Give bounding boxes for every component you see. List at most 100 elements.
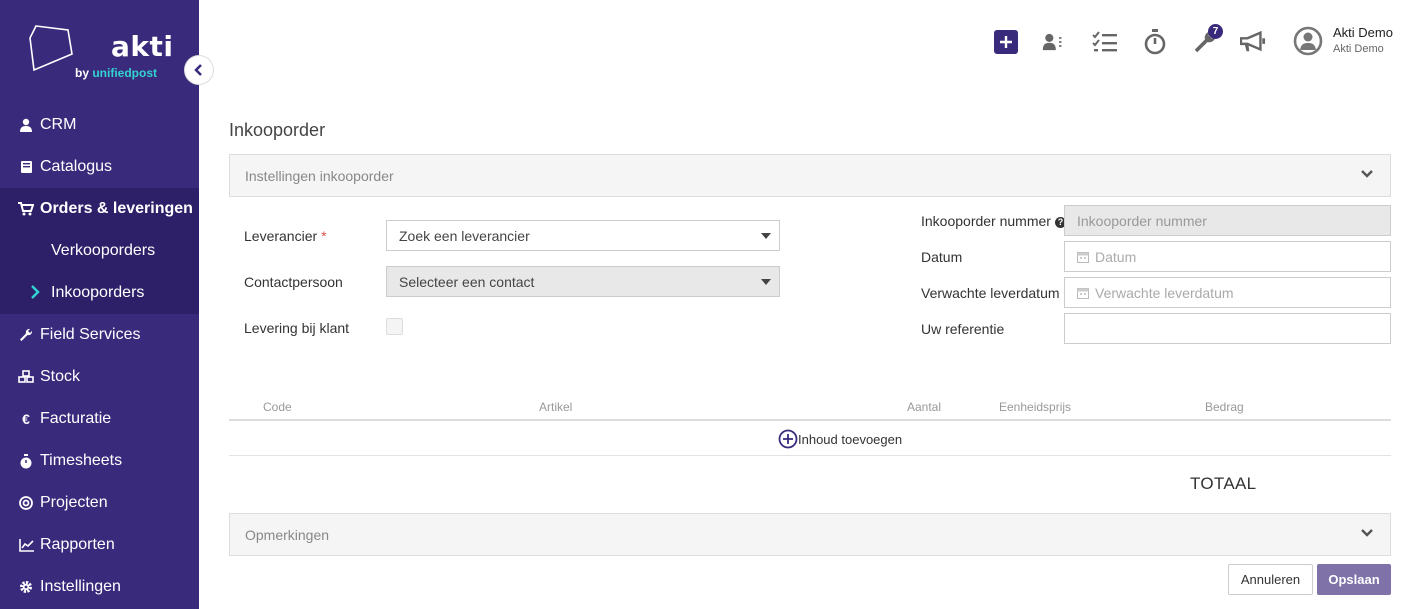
sidebar-item-crm[interactable]: CRM xyxy=(0,104,199,146)
user-name[interactable]: Akti Demo xyxy=(1333,25,1393,40)
reference-label: Uw referentie xyxy=(921,321,1005,337)
calendar-icon xyxy=(1077,251,1089,263)
add-button[interactable] xyxy=(994,30,1018,54)
logo-text: akti xyxy=(111,30,174,63)
cancel-button[interactable]: Annuleren xyxy=(1228,564,1313,595)
required-marker: * xyxy=(321,228,327,244)
sidebar-item-facturatie[interactable]: € Facturatie xyxy=(0,398,199,440)
logo-sub-prefix: by xyxy=(75,66,93,80)
contact-label: Contactpersoon xyxy=(244,274,343,290)
cart-icon xyxy=(18,201,34,217)
date-label: Datum xyxy=(921,249,963,265)
logo[interactable]: akti by unifiedpost xyxy=(0,0,199,105)
total-label: TOTAAL xyxy=(1190,474,1257,493)
timer-button[interactable] xyxy=(1142,29,1168,55)
sidebar-item-verkooporders[interactable]: Verkooporders xyxy=(0,230,199,272)
expected-date-input[interactable]: Verwachte leverdatum xyxy=(1064,277,1391,308)
avatar-icon[interactable] xyxy=(1293,26,1323,56)
tasks-button[interactable] xyxy=(1092,29,1118,55)
chart-icon xyxy=(18,537,34,553)
logo-sub-brand: unifiedpost xyxy=(92,66,158,80)
chevron-right-icon xyxy=(30,285,40,304)
sidebar-item-label: Projecten xyxy=(40,494,108,511)
reference-input[interactable] xyxy=(1064,313,1391,344)
table-footer-divider xyxy=(229,455,1391,456)
contact-select-value: Selecteer een contact xyxy=(399,273,535,290)
cubes-icon xyxy=(18,369,34,385)
order-number-input[interactable]: Inkooporder nummer xyxy=(1064,205,1391,236)
announcements-button[interactable] xyxy=(1240,29,1266,55)
expected-date-placeholder: Verwachte leverdatum xyxy=(1095,284,1234,301)
target-icon xyxy=(18,495,34,511)
sidebar-item-catalogus[interactable]: Catalogus xyxy=(0,146,199,188)
save-button[interactable]: Opslaan xyxy=(1317,564,1391,595)
sidebar-item-rapporten[interactable]: Rapporten xyxy=(0,524,199,566)
column-header-artikel: Artikel xyxy=(539,400,573,414)
notification-badge: 7 xyxy=(1208,24,1223,39)
expected-date-label: Verwachte leverdatum xyxy=(921,285,1060,301)
sidebar-nav: CRM Catalogus Orders & leveringen Verkoo… xyxy=(0,104,199,608)
sidebar-item-label: Stock xyxy=(40,368,81,385)
euro-icon: € xyxy=(22,411,30,427)
caret-down-icon xyxy=(761,279,771,285)
contact-list-icon xyxy=(1042,33,1062,51)
supplier-select-value: Zoek een leverancier xyxy=(399,227,530,244)
supplier-label: Leverancier * xyxy=(244,228,327,244)
add-content-button[interactable]: Inhoud toevoegen xyxy=(778,429,902,449)
sidebar-collapse-button[interactable] xyxy=(184,55,214,85)
sidebar-item-label: Orders & leveringen xyxy=(40,200,193,217)
sidebar: akti by unifiedpost CRM Catalogus Orders… xyxy=(0,0,199,609)
book-icon xyxy=(18,159,34,175)
chevron-down-icon xyxy=(1361,529,1373,537)
supplier-label-text: Leverancier xyxy=(244,228,318,244)
sidebar-item-instellingen[interactable]: Instellingen xyxy=(0,566,199,608)
sidebar-item-projecten[interactable]: Projecten xyxy=(0,482,199,524)
stopwatch-icon xyxy=(1144,29,1166,55)
checklist-icon xyxy=(1092,31,1117,52)
sidebar-item-stock[interactable]: Stock xyxy=(0,356,199,398)
order-number-label: Inkooporder nummer? xyxy=(921,213,1066,229)
table-header-divider xyxy=(229,419,1391,421)
logo-subtitle: by unifiedpost xyxy=(75,66,157,80)
sidebar-item-label: Inkooporders xyxy=(51,284,145,301)
column-header-eenheidsprijs: Eenheidsprijs xyxy=(999,400,1072,414)
column-header-code: Code xyxy=(263,400,292,414)
sidebar-item-label: Catalogus xyxy=(40,158,113,175)
settings-panel-header[interactable]: Instellingen inkooporder xyxy=(229,154,1391,197)
delivery-label: Levering bij klant xyxy=(244,320,350,336)
sidebar-item-inkooporders[interactable]: Inkooporders xyxy=(0,272,199,314)
panel-title: Opmerkingen xyxy=(245,526,330,543)
delivery-checkbox[interactable] xyxy=(386,318,403,335)
gear-icon xyxy=(18,579,34,595)
date-input[interactable]: Datum xyxy=(1064,241,1391,272)
order-number-label-text: Inkooporder nummer xyxy=(921,213,1051,229)
user-company: Akti Demo xyxy=(1333,43,1384,55)
sidebar-item-orders[interactable]: Orders & leveringen xyxy=(0,188,199,230)
chevron-left-icon xyxy=(194,64,202,76)
plus-icon xyxy=(1000,36,1012,48)
app: akti by unifiedpost CRM Catalogus Orders… xyxy=(0,0,1402,609)
sidebar-item-label: Field Services xyxy=(40,326,141,343)
calendar-icon xyxy=(1077,287,1089,299)
add-content-label: Inhoud toevoegen xyxy=(798,431,903,447)
wrench-icon xyxy=(18,327,34,343)
contacts-button[interactable] xyxy=(1042,29,1068,55)
sidebar-item-timesheets[interactable]: Timesheets xyxy=(0,440,199,482)
page-title: Inkooporder xyxy=(229,120,326,140)
stopwatch-icon xyxy=(18,453,34,469)
contact-select[interactable]: Selecteer een contact xyxy=(386,266,780,297)
megaphone-icon xyxy=(1240,30,1266,52)
sidebar-item-label: Verkooporders xyxy=(51,242,156,259)
logo-mark-icon xyxy=(29,25,73,72)
sidebar-item-label: Instellingen xyxy=(40,578,121,595)
user-icon xyxy=(18,117,34,133)
sidebar-item-field-services[interactable]: Field Services xyxy=(0,314,199,356)
sidebar-item-label: CRM xyxy=(40,116,77,133)
order-number-placeholder: Inkooporder nummer xyxy=(1077,212,1207,229)
remarks-panel-header[interactable]: Opmerkingen xyxy=(229,513,1391,556)
column-header-aantal: Aantal xyxy=(907,400,942,414)
supplier-select[interactable]: Zoek een leverancier xyxy=(386,220,780,251)
sidebar-item-label: Facturatie xyxy=(40,410,112,427)
sidebar-item-label: Timesheets xyxy=(40,452,123,469)
panel-title: Instellingen inkooporder xyxy=(245,167,394,184)
